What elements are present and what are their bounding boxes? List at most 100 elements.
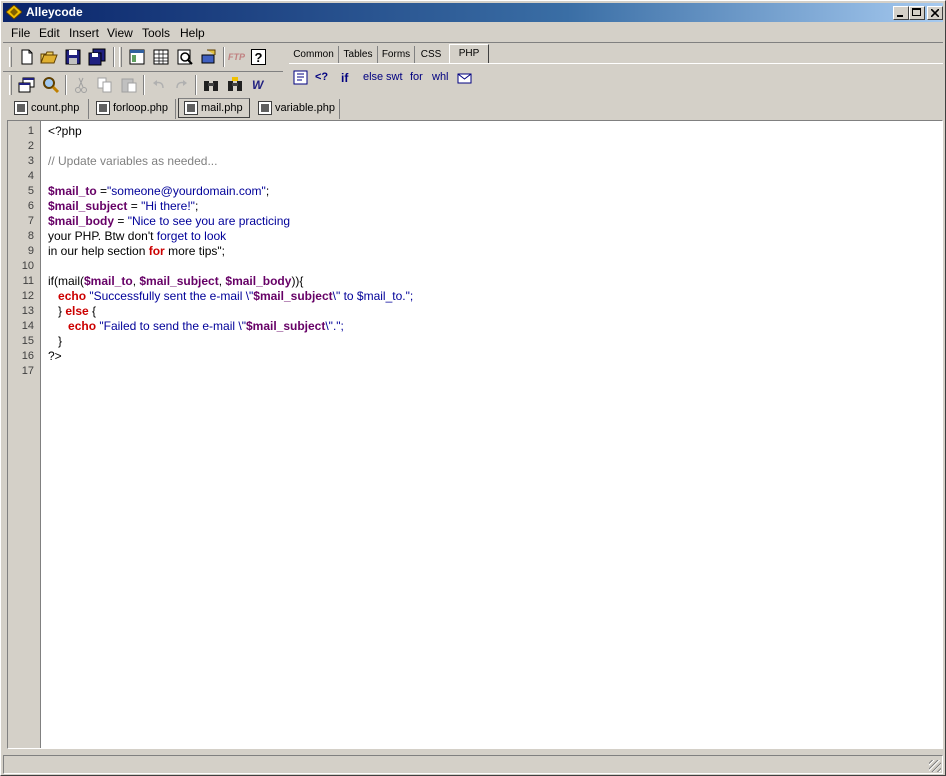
line-number: 2	[27, 140, 34, 152]
preview-icon[interactable]	[175, 47, 195, 67]
open-folder-icon[interactable]	[39, 47, 59, 67]
code-token: =	[114, 214, 128, 228]
minimize-button[interactable]	[893, 6, 909, 20]
code-token: in our help section	[48, 244, 149, 258]
tab-tables[interactable]: Tables	[339, 46, 378, 64]
code-token: =	[96, 184, 108, 198]
php-block-icon[interactable]	[293, 70, 309, 89]
maximize-button[interactable]	[909, 6, 925, 20]
redo-icon[interactable]	[171, 75, 191, 95]
code-token: ;	[265, 184, 270, 198]
help-icon[interactable]: ?	[251, 49, 266, 65]
table-icon[interactable]	[151, 47, 171, 67]
toolbar-separator	[223, 47, 225, 67]
file-tab-count[interactable]: count.php	[9, 99, 89, 119]
title-bar[interactable]: Alleycode	[3, 3, 943, 22]
find-icon[interactable]	[41, 75, 61, 95]
file-tab-label: mail.php	[201, 102, 243, 114]
code-line: in our help section for more tips";	[48, 244, 225, 259]
wizard-icon[interactable]	[199, 47, 219, 67]
menu-tools[interactable]: Tools	[142, 26, 170, 40]
tag-panel: Common Tables Forms CSS PHP <? if else s…	[289, 44, 943, 96]
code-token: $mail_to	[48, 184, 97, 198]
find-replace-icon[interactable]	[225, 75, 245, 95]
resize-grip[interactable]	[929, 760, 941, 772]
edit-toolbar: W	[3, 71, 283, 97]
frame-icon[interactable]	[127, 47, 147, 67]
toolbar-grip[interactable]	[9, 75, 12, 95]
copy-icon[interactable]	[95, 75, 115, 95]
cut-icon[interactable]	[71, 75, 91, 95]
toolbar-grip[interactable]	[9, 47, 12, 67]
close-button[interactable]	[927, 6, 943, 20]
line-number: 4	[27, 170, 34, 182]
code-line: if(mail($mail_to, $mail_subject, $mail_b…	[48, 274, 303, 289]
code-token: {	[88, 304, 97, 318]
code-line: // Update variables as needed...	[48, 154, 217, 169]
php-tag-else[interactable]: else	[363, 71, 383, 83]
toolbar-area: FTP ? W Common Tables Forms CSS PHP <? i…	[3, 42, 943, 98]
code-token: "Hi there!"	[141, 199, 195, 213]
menu-edit[interactable]: Edit	[39, 26, 60, 40]
tab-forms[interactable]: Forms	[378, 46, 415, 64]
code-token: \".";	[325, 319, 344, 333]
php-mail-icon[interactable]	[457, 70, 473, 89]
file-tab-forloop[interactable]: forloop.php	[91, 99, 176, 119]
file-tab-label: forloop.php	[113, 102, 169, 114]
php-tag-while[interactable]: whl	[432, 71, 449, 83]
code-token: =	[127, 199, 142, 213]
ftp-icon[interactable]: FTP	[228, 47, 248, 67]
save-icon[interactable]	[63, 47, 83, 67]
line-number: 14	[21, 320, 34, 332]
status-bar	[3, 755, 943, 774]
window-icon[interactable]	[17, 75, 37, 95]
php-tag-if[interactable]: if	[341, 71, 348, 85]
php-tag-switch[interactable]: swt	[386, 71, 403, 83]
file-tab-mail[interactable]: mail.php	[178, 98, 250, 118]
paste-icon[interactable]	[119, 75, 139, 95]
php-file-icon	[258, 101, 272, 115]
code-editor[interactable]: 1 2 3 4 5 6 7 8 9 10 11 12 13 14 15 16 17 <?php// Update…	[7, 120, 943, 749]
code-token: \" to $mail_to.";	[332, 289, 414, 303]
php-tag-open[interactable]: <?	[315, 71, 328, 83]
code-token: $mail_subject	[139, 274, 219, 288]
code-token: // Update variables as needed...	[48, 154, 218, 168]
menu-file[interactable]: File	[11, 26, 30, 40]
tab-strip-line	[289, 63, 943, 64]
code-token: $mail_body	[48, 214, 115, 228]
tab-common[interactable]: Common	[289, 46, 339, 64]
tab-php[interactable]: PHP	[449, 44, 489, 63]
alleycode-logo-icon	[6, 5, 22, 20]
php-tag-for[interactable]: for	[410, 71, 423, 83]
menu-insert[interactable]: Insert	[69, 26, 99, 40]
code-token: echo	[68, 319, 97, 333]
undo-icon[interactable]	[149, 75, 169, 95]
line-number: 3	[27, 155, 34, 167]
file-tab-label: count.php	[31, 102, 80, 114]
php-file-icon	[184, 101, 198, 115]
close-icon	[931, 9, 939, 17]
menu-help[interactable]: Help	[180, 26, 205, 40]
word-icon[interactable]: W	[249, 75, 269, 95]
file-tab-variable[interactable]: variable.php	[253, 99, 340, 119]
code-token: )){	[291, 274, 304, 288]
code-token: }	[48, 334, 63, 348]
code-token: }	[48, 304, 66, 318]
tab-css[interactable]: CSS	[415, 46, 447, 64]
code-token: $mail_subject	[253, 289, 333, 303]
code-token: forget to look	[156, 229, 227, 243]
binoculars-icon[interactable]	[201, 75, 221, 95]
line-number: 9	[27, 245, 34, 257]
code-token: "Nice to see you are practicing	[127, 214, 291, 228]
toolbar-separator	[195, 75, 197, 95]
new-file-icon[interactable]	[17, 47, 37, 67]
menu-view[interactable]: View	[107, 26, 133, 40]
code-token: more tips";	[164, 244, 226, 258]
code-token: else	[65, 304, 89, 318]
save-all-icon[interactable]	[87, 47, 107, 67]
code-token: $mail_subject	[48, 199, 128, 213]
code-line: <?php	[48, 124, 82, 139]
php-file-icon	[14, 101, 28, 115]
toolbar-grip[interactable]	[119, 47, 122, 67]
toolbar-separator	[65, 75, 67, 95]
